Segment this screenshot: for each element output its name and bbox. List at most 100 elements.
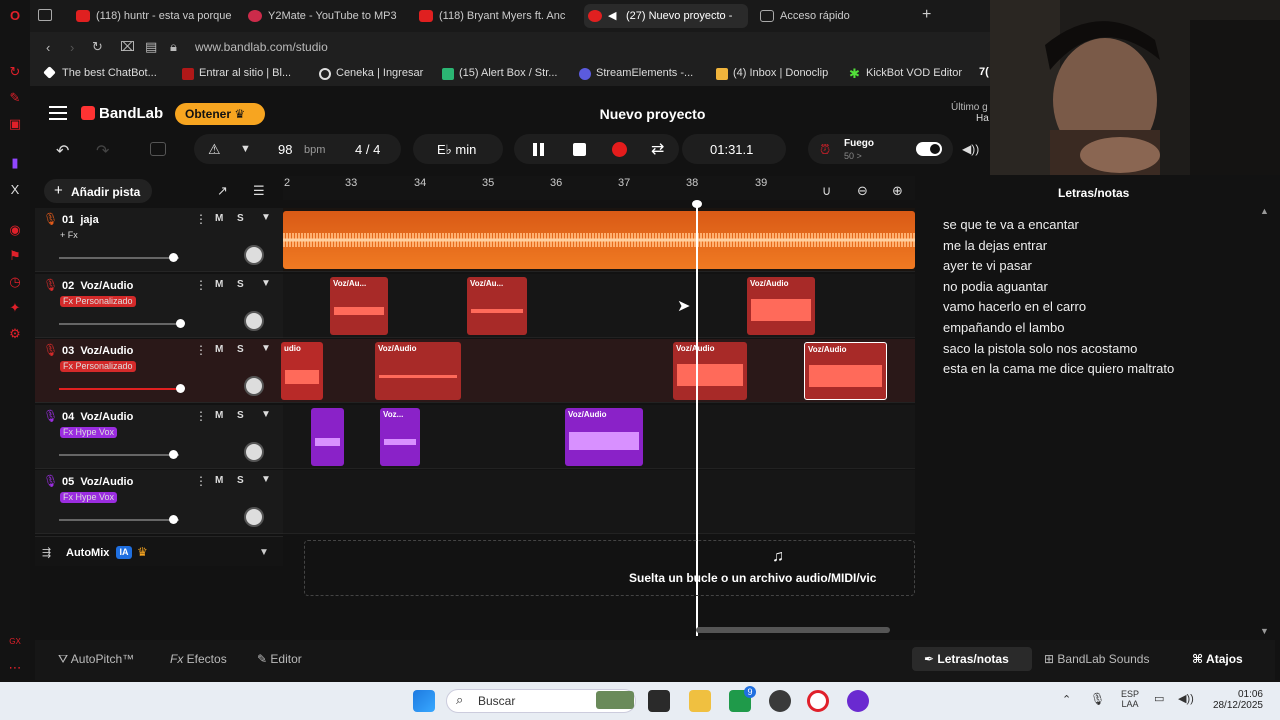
mute-button[interactable]: M bbox=[215, 344, 223, 355]
volume-knob[interactable] bbox=[169, 515, 178, 524]
lyric-line[interactable]: no podia aguantar bbox=[943, 279, 1048, 294]
chevron-down-icon[interactable]: ▼ bbox=[261, 212, 271, 223]
bookmark-alertbox[interactable]: (15) Alert Box / Str... bbox=[442, 67, 557, 80]
efectos-button[interactable]: Fx Efectos bbox=[170, 652, 227, 666]
loop-region-icon[interactable] bbox=[150, 142, 166, 156]
lyric-line[interactable]: ayer te vi pasar bbox=[943, 258, 1032, 273]
fuego-sub[interactable]: 50 > bbox=[844, 151, 862, 161]
x-icon[interactable]: X bbox=[7, 182, 23, 198]
audio-clip[interactable]: Voz/Audio bbox=[747, 277, 815, 335]
lyric-line[interactable]: empañando el lambo bbox=[943, 320, 1064, 335]
pause-icon[interactable] bbox=[533, 143, 537, 156]
sidebar-flag-icon[interactable]: ⚑ bbox=[7, 248, 23, 264]
sidebar-edit-icon[interactable]: ✎ bbox=[7, 90, 23, 106]
obtener-button[interactable]: Obtener ♛ bbox=[175, 103, 265, 125]
bookmark-donoclip[interactable]: (4) Inbox | Donoclip bbox=[716, 67, 828, 80]
bandlab-sounds-button[interactable]: ⊞ BandLab Sounds bbox=[1044, 652, 1149, 666]
drop-zone[interactable] bbox=[304, 540, 915, 596]
track-menu-icon[interactable]: ⋮ bbox=[195, 212, 207, 226]
track-menu-icon[interactable]: ⋮ bbox=[195, 278, 207, 292]
volume-knob[interactable] bbox=[169, 253, 178, 262]
pan-knob[interactable] bbox=[244, 311, 264, 331]
volume-slider[interactable] bbox=[59, 388, 179, 390]
discord-icon[interactable] bbox=[847, 690, 869, 712]
fx-badge[interactable]: Fx Personalizado bbox=[60, 361, 136, 372]
curve-tool-icon[interactable]: ↗ bbox=[217, 183, 228, 199]
solo-button[interactable]: S bbox=[237, 344, 244, 355]
volume-slider[interactable] bbox=[59, 323, 179, 325]
volume-knob[interactable] bbox=[169, 450, 178, 459]
volume-knob[interactable] bbox=[176, 319, 185, 328]
track-header-4[interactable]: 🎙︎ 04 Voz/Audio Fx Hype Vox ⋮ M S ▼ bbox=[35, 405, 283, 469]
audio-clip[interactable] bbox=[311, 408, 344, 466]
chevron-down-icon[interactable]: ▼ bbox=[259, 547, 269, 558]
track-header-5[interactable]: 🎙︎ 05 Voz/Audio Fx Hype Vox ⋮ M S ▼ bbox=[35, 470, 283, 534]
autopitch-button[interactable]: ⛛ AutoPitch™ bbox=[58, 652, 134, 667]
lyric-line[interactable]: saco la pistola solo nos acostamo bbox=[943, 341, 1137, 356]
fx-badge[interactable]: Fx Hype Vox bbox=[60, 492, 118, 503]
volume-slider[interactable] bbox=[59, 519, 179, 521]
sidebar-circle-icon[interactable]: ◉ bbox=[7, 222, 23, 238]
mute-button[interactable]: M bbox=[215, 279, 223, 290]
metronome-icon[interactable]: ⚠︎ bbox=[208, 141, 221, 158]
bookmark-kickbot[interactable]: ✱ KickBot VOD Editor bbox=[849, 67, 962, 80]
playhead-handle[interactable] bbox=[692, 200, 702, 208]
forward-icon[interactable]: › bbox=[70, 40, 74, 55]
lyric-line[interactable]: vamo hacerlo en el carro bbox=[943, 299, 1086, 314]
atajos-button[interactable]: ⌘ Atajos bbox=[1192, 652, 1243, 666]
gx-icon[interactable]: GX bbox=[7, 634, 23, 650]
mute-button[interactable]: M bbox=[215, 475, 223, 486]
solo-button[interactable]: S bbox=[237, 279, 244, 290]
snapshot-icon[interactable]: ⌧ bbox=[120, 39, 135, 55]
audio-clip[interactable]: Voz/Au... bbox=[467, 277, 527, 335]
more-icon[interactable]: ⋯ bbox=[7, 660, 23, 676]
speaker-icon[interactable]: ◀)) bbox=[1178, 692, 1194, 705]
lyric-line[interactable]: esta en la cama me dice quiero maltrato bbox=[943, 361, 1174, 376]
fx-badge[interactable]: Fx Hype Vox bbox=[60, 427, 118, 438]
bandlab-logo[interactable]: BandLab bbox=[99, 105, 163, 122]
new-tab-icon[interactable]: + bbox=[922, 6, 931, 24]
audio-clip[interactable]: Voz/Audio bbox=[673, 342, 747, 400]
chevron-down-icon[interactable]: ▼ bbox=[261, 409, 271, 420]
lyric-line[interactable]: me la dejas entrar bbox=[943, 238, 1047, 253]
mixer-icon[interactable]: ☰ bbox=[253, 183, 265, 199]
volume-slider[interactable] bbox=[59, 454, 179, 456]
project-title[interactable]: Nuevo proyecto bbox=[560, 106, 745, 122]
language-indicator[interactable]: ESP LAA bbox=[1121, 689, 1139, 709]
sidebar-box-icon[interactable]: ▣ bbox=[7, 116, 23, 132]
solo-button[interactable]: S bbox=[237, 410, 244, 421]
tab-acceso-rapido[interactable]: Acceso rápido bbox=[756, 4, 906, 28]
scroll-up-icon[interactable]: ▲ bbox=[1260, 206, 1269, 216]
volume-knob[interactable] bbox=[176, 384, 185, 393]
bookmark-entrar[interactable]: Entrar al sitio | Bl... bbox=[182, 67, 291, 80]
track-menu-icon[interactable]: ⋮ bbox=[195, 409, 207, 423]
obs-icon[interactable] bbox=[769, 690, 791, 712]
audio-clip[interactable]: Voz... bbox=[380, 408, 420, 466]
track-header-2[interactable]: 🎙︎ 02 Voz/Audio Fx Personalizado ⋮ M S ▼ bbox=[35, 274, 283, 338]
track-name[interactable]: 04 Voz/Audio bbox=[62, 411, 133, 423]
solo-button[interactable]: S bbox=[237, 475, 244, 486]
track-name[interactable]: 02 Voz/Audio bbox=[62, 280, 133, 292]
pan-knob[interactable] bbox=[244, 442, 264, 462]
pan-knob[interactable] bbox=[244, 507, 264, 527]
snap-magnet-icon[interactable]: ∪ bbox=[822, 183, 832, 199]
twitch-icon[interactable]: ▮ bbox=[7, 155, 23, 171]
track-header-1[interactable]: 🎙︎ 01 jaja + Fx ⋮ M S ▼ bbox=[35, 208, 283, 272]
track-lane-2[interactable]: Voz/Au... Voz/Au... Voz/Audio bbox=[283, 274, 915, 338]
redo-icon[interactable]: ↷ bbox=[96, 141, 109, 161]
reload-icon[interactable]: ↻ bbox=[92, 39, 103, 55]
bookmark-streamelements[interactable]: StreamElements -... bbox=[579, 67, 693, 80]
track-name[interactable]: 05 Voz/Audio bbox=[62, 476, 133, 488]
record-icon[interactable] bbox=[612, 142, 627, 157]
tab-huntr[interactable]: (118) huntr - esta va porque bbox=[72, 4, 234, 28]
opera-gx-icon[interactable] bbox=[807, 690, 829, 712]
track-lane-1[interactable] bbox=[283, 208, 915, 272]
track-lane-5[interactable] bbox=[283, 470, 915, 534]
url-field[interactable]: www.bandlab.com/studio bbox=[195, 40, 328, 54]
pan-knob[interactable] bbox=[244, 245, 264, 265]
undo-icon[interactable]: ↶ bbox=[56, 141, 69, 161]
tab-bryant-myers[interactable]: (118) Bryant Myers ft. Anc bbox=[415, 4, 573, 28]
sidebar-star-icon[interactable]: ✦ bbox=[7, 300, 23, 316]
clock[interactable]: 01:06 28/12/2025 bbox=[1207, 689, 1263, 711]
track-menu-icon[interactable]: ⋮ bbox=[195, 474, 207, 488]
